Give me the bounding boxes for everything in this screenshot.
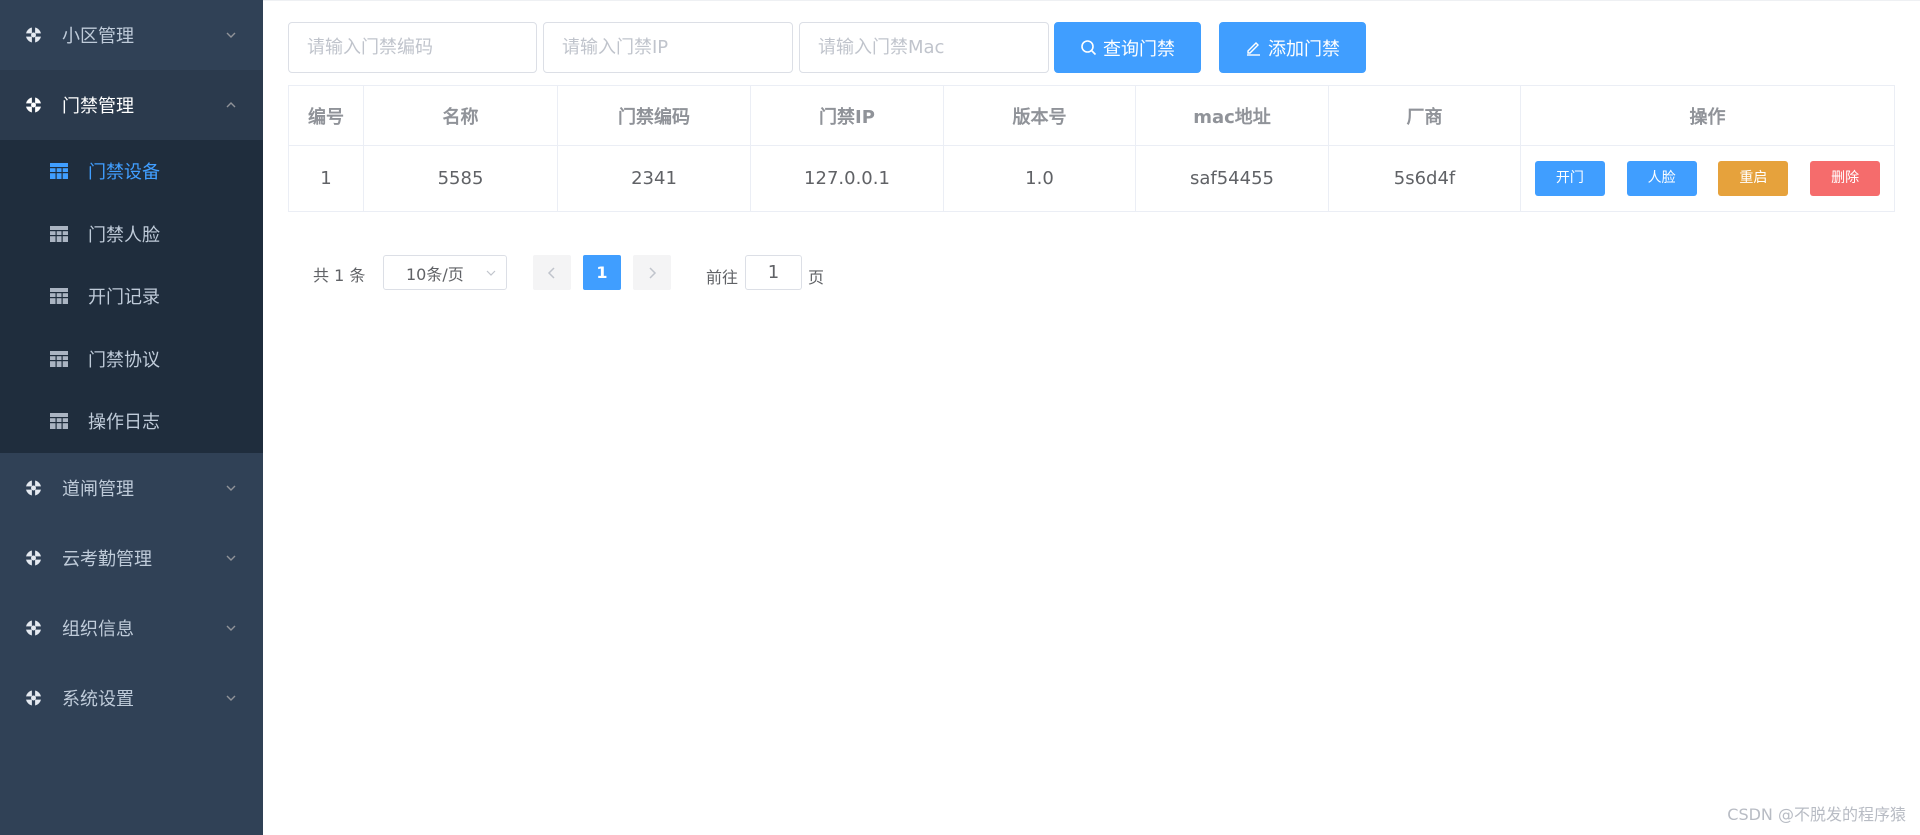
menu-circle-icon — [24, 26, 43, 44]
menu-label: 云考勤管理 — [62, 548, 152, 570]
add-button[interactable]: 添加门禁 — [1219, 22, 1366, 73]
pagination-total: 共 1 条 — [313, 266, 366, 285]
cell-ip: 127.0.0.1 — [750, 145, 944, 212]
submenu-label: 开门记录 — [88, 287, 160, 309]
delete-button[interactable]: 删除 — [1810, 161, 1881, 196]
cell-code: 2341 — [557, 145, 751, 212]
column-header: mac地址 — [1135, 85, 1329, 146]
menu-circle-icon — [24, 478, 43, 497]
chevron-down-icon — [226, 695, 236, 701]
search-icon — [1081, 40, 1097, 56]
submenu-item-protocols[interactable]: 门禁协议 — [0, 328, 263, 391]
column-header: 操作 — [1520, 85, 1895, 146]
grid-icon — [50, 350, 68, 367]
menu-community[interactable]: 小区管理 — [0, 0, 263, 70]
page-size-select[interactable]: 10条/页 — [383, 255, 507, 290]
submenu-label: 门禁设备 — [88, 162, 160, 184]
cell-version: 1.0 — [943, 145, 1136, 212]
grid-icon — [50, 288, 68, 305]
menu-label: 道闸管理 — [62, 478, 134, 500]
menu-barrier-gate[interactable]: 道闸管理 — [0, 453, 263, 523]
cell-actions: 开门 人脸 重启 删除 — [1520, 145, 1895, 212]
cell-id: 1 — [288, 145, 364, 212]
watermark: CSDN @不脱发的程序猿 — [1727, 805, 1906, 824]
table-row: 1 5585 2341 127.0.0.1 1.0 saf54455 5s6d4… — [288, 145, 1895, 212]
chevron-down-icon — [226, 32, 236, 38]
device-code-input[interactable] — [288, 22, 537, 73]
menu-circle-icon — [24, 688, 43, 707]
menu-circle-icon — [24, 618, 43, 637]
page-number-current[interactable]: 1 — [583, 255, 621, 290]
device-ip-input[interactable] — [543, 22, 793, 73]
table-header-row: 编号 名称 门禁编码 门禁IP 版本号 mac地址 厂商 操作 — [288, 85, 1895, 146]
edit-icon — [1247, 42, 1260, 56]
submenu-item-devices[interactable]: 门禁设备 — [0, 140, 263, 203]
prev-page-button[interactable] — [533, 255, 571, 290]
chevron-down-icon — [486, 270, 496, 276]
column-header: 名称 — [363, 85, 558, 146]
column-header: 版本号 — [943, 85, 1136, 146]
menu-label: 小区管理 — [62, 26, 134, 47]
submenu-item-logs[interactable]: 操作日志 — [0, 390, 263, 453]
menu-label: 门禁管理 — [62, 96, 134, 117]
menu-access-control[interactable]: 门禁管理 — [0, 70, 263, 140]
add-button-label: 添加门禁 — [1268, 38, 1340, 60]
face-button[interactable]: 人脸 — [1626, 161, 1697, 196]
submenu-access-control: 门禁设备 门禁人脸 开门记录 门禁协议 操作日志 — [0, 140, 263, 453]
cell-vendor: 5s6d4f — [1328, 145, 1521, 212]
sidebar: 小区管理 门禁管理 门禁设备 门禁人脸 开门记录 门禁协议 操作日志 道闸管理 … — [0, 0, 263, 835]
device-table: 编号 名称 门禁编码 门禁IP 版本号 mac地址 厂商 操作 1 5585 2… — [288, 85, 1895, 212]
goto-label: 前往 — [706, 268, 739, 287]
chevron-down-icon — [226, 625, 236, 631]
menu-label: 组织信息 — [62, 618, 134, 640]
main-content: 查询门禁 添加门禁 编号 名称 门禁编码 门禁IP 版本号 mac地址 厂商 操… — [263, 0, 1920, 835]
cell-mac: saf54455 — [1135, 145, 1329, 212]
submenu-item-faces[interactable]: 门禁人脸 — [0, 203, 263, 266]
page-size-value: 10条/页 — [406, 264, 464, 284]
chevron-right-icon — [649, 266, 657, 279]
grid-icon — [50, 225, 68, 242]
goto-page-input[interactable] — [745, 255, 802, 290]
column-header: 厂商 — [1328, 85, 1521, 146]
query-button[interactable]: 查询门禁 — [1054, 22, 1201, 73]
next-page-button[interactable] — [633, 255, 671, 290]
chevron-left-icon — [547, 266, 555, 279]
grid-icon — [50, 163, 68, 180]
chevron-up-icon — [226, 102, 236, 108]
device-mac-input[interactable] — [799, 22, 1049, 73]
grid-icon — [50, 413, 68, 430]
menu-circle-icon — [24, 548, 43, 567]
app: 小区管理 门禁管理 门禁设备 门禁人脸 开门记录 门禁协议 操作日志 道闸管理 … — [0, 0, 1920, 835]
submenu-label: 门禁人脸 — [88, 224, 160, 246]
submenu-label: 门禁协议 — [88, 349, 160, 371]
menu-label: 系统设置 — [62, 688, 134, 710]
chevron-down-icon — [226, 485, 236, 491]
column-header: 编号 — [288, 85, 364, 146]
submenu-label: 操作日志 — [88, 412, 160, 434]
column-header: 门禁编码 — [557, 85, 751, 146]
goto-unit-label: 页 — [808, 268, 825, 287]
menu-organization[interactable]: 组织信息 — [0, 593, 263, 663]
menu-circle-icon — [24, 96, 43, 114]
menu-cloud-attendance[interactable]: 云考勤管理 — [0, 523, 263, 593]
menu-system-settings[interactable]: 系统设置 — [0, 663, 263, 733]
open-door-button[interactable]: 开门 — [1534, 161, 1605, 196]
chevron-down-icon — [226, 555, 236, 561]
column-header: 门禁IP — [750, 85, 944, 146]
cell-name: 5585 — [363, 145, 558, 212]
restart-button[interactable]: 重启 — [1718, 161, 1789, 196]
submenu-item-records[interactable]: 开门记录 — [0, 265, 263, 328]
query-button-label: 查询门禁 — [1103, 38, 1175, 60]
